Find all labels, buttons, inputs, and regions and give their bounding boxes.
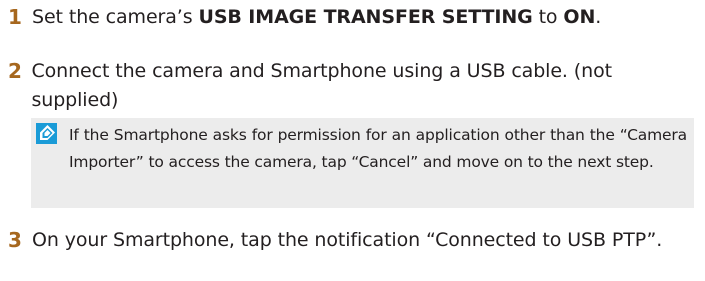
note-icon <box>36 123 57 144</box>
setting-name: USB IMAGE TRANSFER SETTING <box>198 6 533 28</box>
note-box: If the Smartphone asks for permission fo… <box>31 118 694 208</box>
step-text: On your Smartphone, tap the notification… <box>32 229 663 251</box>
step-number: 1 <box>8 5 22 29</box>
note-text: If the Smartphone asks for permission fo… <box>69 126 687 171</box>
step-text-before: Set the camera’s <box>32 6 199 28</box>
step-3: 3 On your Smartphone, tap the notificati… <box>0 226 690 255</box>
step-text: Set the camera’s USB IMAGE TRANSFER SETT… <box>32 3 601 32</box>
step-text-after: . <box>595 6 602 28</box>
setting-value: ON <box>563 6 596 28</box>
step-text-middle: to <box>532 6 564 28</box>
instruction-page: 1 Set the camera’s USB IMAGE TRANSFER SE… <box>0 0 705 281</box>
step-text: Connect the camera and Smartphone using … <box>31 60 612 111</box>
step-number: 3 <box>8 228 22 252</box>
step-1: 1 Set the camera’s USB IMAGE TRANSFER SE… <box>0 3 601 32</box>
step-2: 2 Connect the camera and Smartphone usin… <box>0 57 690 115</box>
step-number: 2 <box>8 59 22 83</box>
